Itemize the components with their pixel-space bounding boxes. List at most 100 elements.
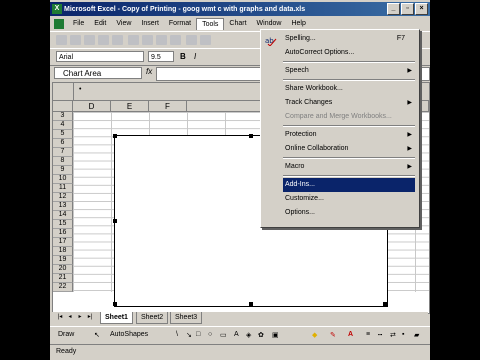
next-sheet-icon[interactable]: ▸: [76, 313, 84, 321]
row-header[interactable]: 16: [53, 229, 73, 238]
resize-handle[interactable]: [249, 134, 253, 138]
column-header-f[interactable]: F: [149, 101, 187, 112]
research-icon[interactable]: [170, 35, 181, 45]
tools-menu-item[interactable]: Protection ▶: [283, 128, 415, 142]
tools-menu-item[interactable]: AutoCorrect Options...: [283, 46, 415, 60]
row-header[interactable]: 4: [53, 121, 73, 130]
menu-view[interactable]: View: [111, 17, 136, 30]
row-header[interactable]: 17: [53, 238, 73, 247]
submenu-arrow-icon: ▶: [407, 132, 412, 138]
line-color-icon[interactable]: ✎: [330, 331, 336, 339]
resize-handle[interactable]: [383, 302, 387, 306]
tools-menu-item[interactable]: Track Changes ▶: [283, 96, 415, 110]
row-header[interactable]: 21: [53, 274, 73, 283]
resize-handle[interactable]: [113, 302, 117, 306]
open-icon[interactable]: [70, 35, 81, 45]
row-header[interactable]: 14: [53, 211, 73, 220]
row-header[interactable]: 22: [53, 283, 73, 292]
font-size-combo[interactable]: 9.5: [148, 51, 174, 62]
resize-handle[interactable]: [113, 134, 117, 138]
workbook-icon[interactable]: [54, 18, 64, 29]
tab-sheet1[interactable]: Sheet1: [100, 312, 133, 324]
menu-edit[interactable]: Edit: [89, 17, 111, 30]
tools-menu-item[interactable]: Online Collaboration ▶: [283, 142, 415, 156]
cursor-icon[interactable]: ↖: [94, 331, 100, 339]
tools-menu-item[interactable]: Share Workbook...: [283, 82, 415, 96]
tools-menu-item[interactable]: Speech ▶: [283, 64, 415, 78]
first-sheet-icon[interactable]: |◂: [56, 313, 64, 321]
arrow-icon[interactable]: ↘: [186, 331, 192, 339]
prev-sheet-icon[interactable]: ◂: [66, 313, 74, 321]
tools-menu-item[interactable]: Macro ▶: [283, 160, 415, 174]
permission-icon[interactable]: [98, 35, 109, 45]
select-all-corner[interactable]: [53, 83, 74, 101]
line-style-icon[interactable]: ≡: [366, 331, 370, 338]
spelling-icon[interactable]: [156, 35, 167, 45]
menu-insert[interactable]: Insert: [136, 17, 164, 30]
line-icon[interactable]: \: [176, 331, 178, 338]
row-header[interactable]: 18: [53, 247, 73, 256]
print-icon[interactable]: [128, 35, 139, 45]
menu-chart[interactable]: Chart: [224, 17, 251, 30]
row-header[interactable]: 12: [53, 193, 73, 202]
arrow-style-icon[interactable]: ⇄: [390, 331, 396, 339]
row-header[interactable]: 10: [53, 175, 73, 184]
shadow-icon[interactable]: ▪: [402, 331, 404, 338]
3d-icon[interactable]: ▰: [414, 331, 419, 339]
diagram-icon[interactable]: ◈: [246, 331, 251, 339]
draw-font-color-icon[interactable]: A: [348, 331, 353, 338]
row-header[interactable]: 11: [53, 184, 73, 193]
tools-menu-item[interactable]: Customize...: [283, 192, 415, 206]
autoshapes-menu[interactable]: AutoShapes: [110, 331, 148, 338]
fill-color-icon[interactable]: ◆: [312, 331, 317, 339]
tab-sheet3[interactable]: Sheet3: [170, 312, 203, 324]
tools-menu-item[interactable]: Add-Ins...: [283, 178, 415, 192]
minimize-button[interactable]: _: [387, 3, 400, 15]
menu-file[interactable]: File: [68, 17, 89, 30]
row-header[interactable]: 19: [53, 256, 73, 265]
row-header[interactable]: 7: [53, 148, 73, 157]
restore-button[interactable]: ▫: [401, 3, 414, 15]
row-header[interactable]: 13: [53, 202, 73, 211]
row-header[interactable]: 3: [53, 112, 73, 121]
row-header[interactable]: 20: [53, 265, 73, 274]
italic-icon[interactable]: I: [194, 52, 205, 62]
spelling-icon: ab: [265, 35, 277, 47]
row-header[interactable]: 8: [53, 157, 73, 166]
row-header[interactable]: 5: [53, 130, 73, 139]
dash-style-icon[interactable]: ┅: [378, 331, 382, 339]
resize-handle[interactable]: [249, 302, 253, 306]
oval-icon[interactable]: ○: [208, 331, 212, 338]
wordart-icon[interactable]: A: [234, 331, 239, 338]
tools-menu-item[interactable]: Spelling... F7: [283, 32, 415, 46]
menu-tools[interactable]: Tools: [196, 17, 225, 30]
column-header-d[interactable]: D: [73, 101, 111, 112]
row-header[interactable]: 6: [53, 139, 73, 148]
name-box[interactable]: Chart Area: [54, 67, 142, 79]
function-icon[interactable]: fx: [146, 67, 152, 76]
copy-icon[interactable]: [200, 35, 211, 45]
email-icon[interactable]: [112, 35, 123, 45]
row-header[interactable]: 15: [53, 220, 73, 229]
tools-menu-item[interactable]: Compare and Merge Workbooks...: [283, 110, 415, 124]
rectangle-icon[interactable]: □: [196, 331, 200, 338]
column-header-e[interactable]: E: [111, 101, 149, 112]
last-sheet-icon[interactable]: ▸|: [86, 313, 94, 321]
row-header[interactable]: 9: [53, 166, 73, 175]
bold-icon[interactable]: B: [180, 52, 191, 62]
resize-handle[interactable]: [113, 219, 117, 223]
tools-menu-item[interactable]: Options...: [283, 206, 415, 220]
clipart-icon[interactable]: ✿: [258, 331, 264, 339]
textbox-icon[interactable]: ▭: [220, 331, 227, 339]
row-column-corner[interactable]: [53, 101, 73, 112]
font-name-combo[interactable]: Arial: [56, 51, 144, 62]
menu-format[interactable]: Format: [164, 17, 196, 30]
tab-sheet2[interactable]: Sheet2: [136, 312, 169, 324]
draw-menu[interactable]: Draw: [58, 331, 74, 338]
save-icon[interactable]: [84, 35, 95, 45]
cut-icon[interactable]: [186, 35, 197, 45]
new-icon[interactable]: [56, 35, 67, 45]
close-button[interactable]: ×: [415, 3, 428, 15]
picture-icon[interactable]: ▣: [272, 331, 279, 339]
print-preview-icon[interactable]: [142, 35, 153, 45]
